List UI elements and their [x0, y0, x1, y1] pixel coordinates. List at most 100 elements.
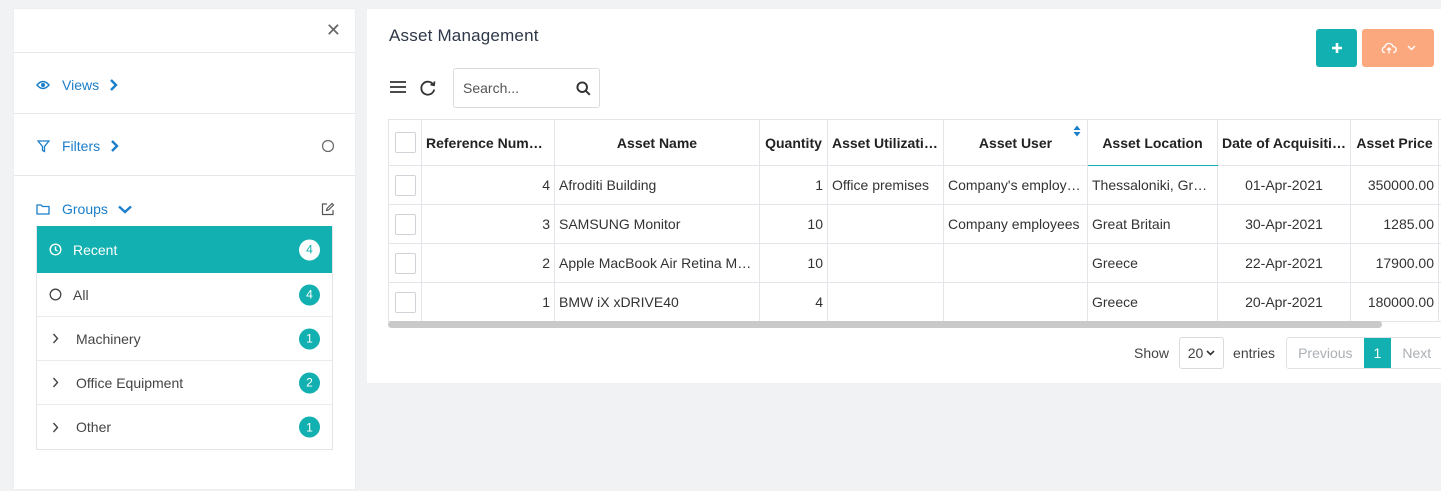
group-item-recent[interactable]: Recent 4 — [37, 226, 332, 273]
add-asset-button[interactable] — [1316, 29, 1357, 67]
divider — [14, 52, 355, 53]
group-item-machinery[interactable]: Machinery 1 — [37, 317, 332, 361]
table-header-row: Reference Number Asset Name Quantity Ass… — [388, 119, 1441, 166]
location-cell: Great Britain — [1087, 204, 1218, 244]
row-checkbox-cell[interactable] — [388, 282, 422, 322]
group-label: Other — [76, 419, 112, 435]
utilization-cell: Office premises — [827, 165, 944, 205]
group-item-other[interactable]: Other 1 — [37, 405, 332, 449]
price-cell: 17900.00 — [1350, 243, 1439, 283]
views-toggle[interactable]: Views — [14, 75, 355, 95]
utilization-cell — [827, 282, 944, 322]
group-label: Recent — [73, 241, 118, 258]
row-checkbox-cell[interactable] — [388, 243, 422, 283]
edit-icon[interactable] — [321, 202, 335, 216]
previous-button[interactable]: Previous — [1287, 338, 1363, 368]
table-row[interactable]: 2 Apple MacBook Air Retina MGN63ZM/A 10 … — [388, 243, 1441, 283]
page-size-value: 20 — [1187, 345, 1204, 361]
ref-cell: 3 — [421, 204, 555, 244]
quantity-cell: 1 — [759, 165, 828, 205]
column-header[interactable]: Asset Name — [554, 119, 760, 166]
filters-label: Filters — [62, 138, 101, 154]
column-header[interactable]: Reference Number — [421, 119, 555, 166]
entries-label: entries — [1233, 345, 1276, 361]
groups-list: Recent 4 All 4 Machinery 1 Office Equipm… — [36, 226, 333, 450]
table-row[interactable]: 1 BMW iX xDRIVE40 4 Greece 20-Apr-2021 1… — [388, 282, 1441, 322]
divider — [14, 175, 355, 176]
user-cell — [943, 243, 1088, 283]
price-cell: 180000.00 — [1350, 282, 1439, 322]
search-icon[interactable] — [576, 81, 591, 99]
group-item-all[interactable]: All 4 — [37, 273, 332, 317]
chevron-right-icon — [52, 422, 70, 433]
table-row[interactable]: 3 SAMSUNG Monitor 10 Company employees G… — [388, 204, 1441, 244]
location-cell: Greece — [1087, 282, 1218, 322]
group-label: Office Equipment — [76, 374, 184, 391]
row-checkbox[interactable] — [394, 174, 416, 196]
table-row[interactable]: 4 Afroditi Building 1 Office premises Co… — [388, 165, 1441, 205]
utilization-cell — [827, 243, 944, 283]
pagination: Show 20 entries Previous 1 Next — [1134, 337, 1441, 369]
row-checkbox[interactable] — [394, 213, 416, 235]
count-badge: 2 — [299, 372, 320, 393]
filter-status-circle-icon[interactable] — [321, 139, 335, 153]
count-badge: 1 — [299, 328, 320, 349]
date-cell: 20-Apr-2021 — [1217, 282, 1351, 322]
sort-icon[interactable] — [1073, 124, 1081, 140]
count-badge: 4 — [299, 284, 320, 305]
chevron-down-icon — [1206, 350, 1215, 356]
row-checkbox[interactable] — [394, 252, 416, 274]
ref-cell: 4 — [421, 165, 555, 205]
groups-toggle[interactable]: Groups — [14, 199, 355, 219]
row-checkbox-cell[interactable] — [388, 204, 422, 244]
cloud-upload-icon — [1381, 42, 1397, 54]
select-all-checkbox[interactable] — [394, 132, 416, 153]
column-header[interactable]: Date of Acquisition — [1217, 119, 1351, 166]
divider — [14, 113, 355, 114]
user-cell: Company's employees — [943, 165, 1088, 205]
page-size-select[interactable]: 20 — [1179, 337, 1225, 369]
chevron-right-icon — [52, 333, 70, 344]
asset-name-cell: Apple MacBook Air Retina MGN63ZM/A — [554, 243, 760, 283]
chevron-down-icon — [1407, 45, 1415, 51]
location-cell: Thessaloniki, Greece — [1087, 165, 1218, 205]
chevron-down-icon — [118, 205, 132, 214]
column-header-label: Asset User — [978, 134, 1053, 151]
sidebar: ✕ Views Filters Groups Recent 4 All 4 Ma… — [14, 9, 355, 489]
group-item-office-equipment[interactable]: Office Equipment 2 — [37, 361, 332, 405]
main-panel: Asset Management Reference Number Asset … — [367, 9, 1441, 383]
horizontal-scrollbar[interactable] — [388, 321, 1382, 328]
page-buttons: Previous 1 Next — [1286, 337, 1441, 369]
select-all-checkbox-cell[interactable] — [388, 119, 422, 166]
menu-icon[interactable] — [389, 80, 407, 97]
row-checkbox[interactable] — [394, 291, 416, 313]
user-cell — [943, 282, 1088, 322]
refresh-icon[interactable] — [418, 78, 438, 101]
views-label: Views — [62, 77, 100, 93]
ref-cell: 2 — [421, 243, 555, 283]
date-cell: 01-Apr-2021 — [1217, 165, 1351, 205]
close-icon[interactable]: ✕ — [326, 21, 341, 39]
page-button-current[interactable]: 1 — [1363, 338, 1392, 368]
filters-toggle[interactable]: Filters — [14, 136, 355, 156]
upload-dropdown-button[interactable] — [1362, 29, 1434, 67]
asset-name-cell: BMW iX xDRIVE40 — [554, 282, 760, 322]
column-header-asset-user[interactable]: Asset User — [943, 119, 1088, 166]
page-title: Asset Management — [389, 26, 539, 45]
row-checkbox-cell[interactable] — [388, 165, 422, 205]
quantity-cell: 4 — [759, 282, 828, 322]
count-badge: 1 — [299, 416, 320, 438]
next-button[interactable]: Next — [1391, 338, 1441, 368]
column-header[interactable]: Asset Price — [1350, 119, 1439, 166]
folder-icon — [36, 202, 50, 216]
date-cell: 22-Apr-2021 — [1217, 243, 1351, 283]
group-label: Machinery — [76, 330, 141, 347]
chevron-right-icon — [110, 140, 119, 152]
filter-icon — [36, 139, 50, 153]
date-cell: 30-Apr-2021 — [1217, 204, 1351, 244]
search-input[interactable] — [463, 80, 573, 96]
column-header[interactable]: Asset Utilization — [827, 119, 944, 166]
eye-icon — [36, 78, 50, 92]
column-header[interactable]: Asset Location — [1087, 119, 1218, 166]
column-header[interactable]: Quantity — [759, 119, 828, 166]
